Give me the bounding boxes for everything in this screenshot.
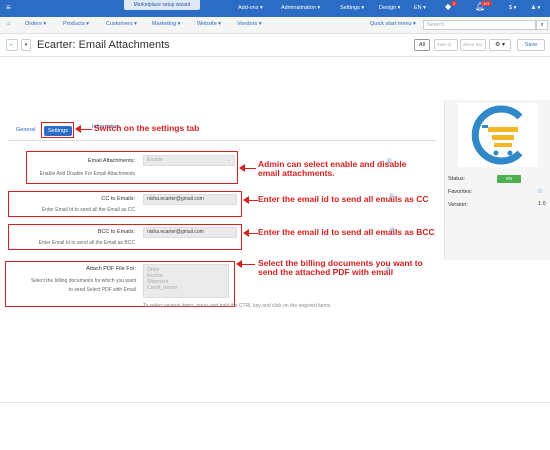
callout-cc: Enter the email id to send all emails as… xyxy=(258,194,429,204)
page-header: ← ▾ Ecarter: Email Attachments All main … xyxy=(0,35,550,57)
help-icon[interactable]: ♕ xyxy=(388,192,394,200)
email-attachments-help: Enable And Disable For Email Attachments xyxy=(39,171,135,177)
page-title: Ecarter: Email Attachments xyxy=(37,39,170,51)
store-selector-1[interactable]: main cl xyxy=(434,39,458,51)
back-button[interactable]: ← xyxy=(6,39,18,51)
pdf-help-line1: Select the billing documents for which y… xyxy=(30,278,136,284)
user-menu[interactable]: ♟ ▾ xyxy=(531,5,540,11)
home-icon[interactable]: ⌂ xyxy=(7,21,10,27)
email-attachments-label: Email Attachments: xyxy=(87,158,135,164)
tab-general[interactable]: General xyxy=(12,124,40,136)
version-label: Version: xyxy=(448,202,468,208)
option-credit-memo[interactable]: Credit_memo xyxy=(147,285,225,291)
email-attachments-select[interactable]: Enable ⌄ xyxy=(143,155,235,166)
cc-email-input[interactable]: nisha.ecarter@gmail.com xyxy=(143,194,237,205)
help-icon[interactable]: ♕ xyxy=(389,226,395,234)
status-label: Status: xyxy=(448,176,466,182)
pdf-label: Attach PDF File For: xyxy=(86,266,136,272)
bcc-help: Enter Email Id to send all the Email as … xyxy=(38,240,135,246)
pdf-help-line2: to send Select PDF with Email xyxy=(68,287,136,293)
version-value: 1.0 xyxy=(538,201,546,207)
design-menu[interactable]: Design ▾ xyxy=(379,5,400,11)
nav-marketing[interactable]: Marketing ▾ xyxy=(152,21,180,27)
marketplace-wizard-button[interactable]: Marketplace setup wizard xyxy=(124,0,200,10)
callout-enable-2: email attachments. xyxy=(258,168,335,178)
settings-menu[interactable]: Settings ▾ xyxy=(340,5,364,11)
callout-bcc: Enter the email id to send all emails as… xyxy=(258,227,435,237)
bell-badge: 101 xyxy=(481,1,492,6)
top-bar: ≡ Marketplace setup wizard Add-ons ▾ Adm… xyxy=(0,0,550,17)
pdf-documents-multiselect[interactable]: Order Invoice Shipment Credit_memo xyxy=(143,264,229,298)
cc-label: CC to Emails: xyxy=(101,196,135,202)
nav-customers[interactable]: Customers ▾ xyxy=(106,21,137,27)
search-icon[interactable]: ⌕ xyxy=(536,20,548,30)
favorites-label: Favorites: xyxy=(448,189,473,195)
gear-icon[interactable]: ⚙ ▾ xyxy=(489,39,511,51)
nav-products[interactable]: Products ▾ xyxy=(63,21,89,27)
all-stores-button[interactable]: All xyxy=(414,39,430,51)
status-toggle[interactable]: ON xyxy=(497,175,521,183)
administration-menu[interactable]: Administration ▾ xyxy=(281,5,320,11)
currency-menu[interactable]: $ ▾ xyxy=(509,5,516,11)
quick-start-menu[interactable]: Quick start menu ▾ xyxy=(370,21,416,27)
language-menu[interactable]: EN ▾ xyxy=(414,5,426,11)
cc-help: Enter Email Id to send all the Email as … xyxy=(41,207,135,213)
hamburger-icon[interactable]: ≡ xyxy=(6,3,11,12)
ecarter-logo xyxy=(458,103,538,167)
nav-website[interactable]: Website ▾ xyxy=(197,21,221,27)
main-nav: ⌂ Orders ▾ Products ▾ Customers ▾ Market… xyxy=(0,17,550,34)
tab-settings[interactable]: Settings xyxy=(44,126,72,136)
multiselect-note: To select several items, press and hold … xyxy=(143,303,332,309)
bcc-label: BCC to Emails: xyxy=(97,229,135,235)
star-icon[interactable]: ☆ xyxy=(537,187,543,195)
store-selector-2[interactable]: demo Sto xyxy=(460,39,486,51)
bcc-email-input[interactable]: nisha.ecarter@gmail.com xyxy=(143,227,237,238)
save-button[interactable]: Save xyxy=(517,39,545,51)
chevron-down-icon[interactable]: ▾ xyxy=(21,39,31,51)
help-icon[interactable]: ♕ xyxy=(385,265,391,273)
search-input[interactable]: Search xyxy=(423,20,536,30)
help-icon[interactable]: ♕ xyxy=(386,157,392,165)
chevron-down-icon: ⌄ xyxy=(226,157,231,163)
addons-menu[interactable]: Add-ons ▾ xyxy=(238,5,263,11)
callout-pdf-2: send the attached PDF with email xyxy=(258,267,394,277)
callout-settings-tab: Switch on the settings tab xyxy=(94,123,200,133)
nav-orders[interactable]: Orders ▾ xyxy=(25,21,46,27)
notification-badge: 2 xyxy=(451,1,458,6)
nav-vendors[interactable]: Vendors ▾ xyxy=(237,21,261,27)
